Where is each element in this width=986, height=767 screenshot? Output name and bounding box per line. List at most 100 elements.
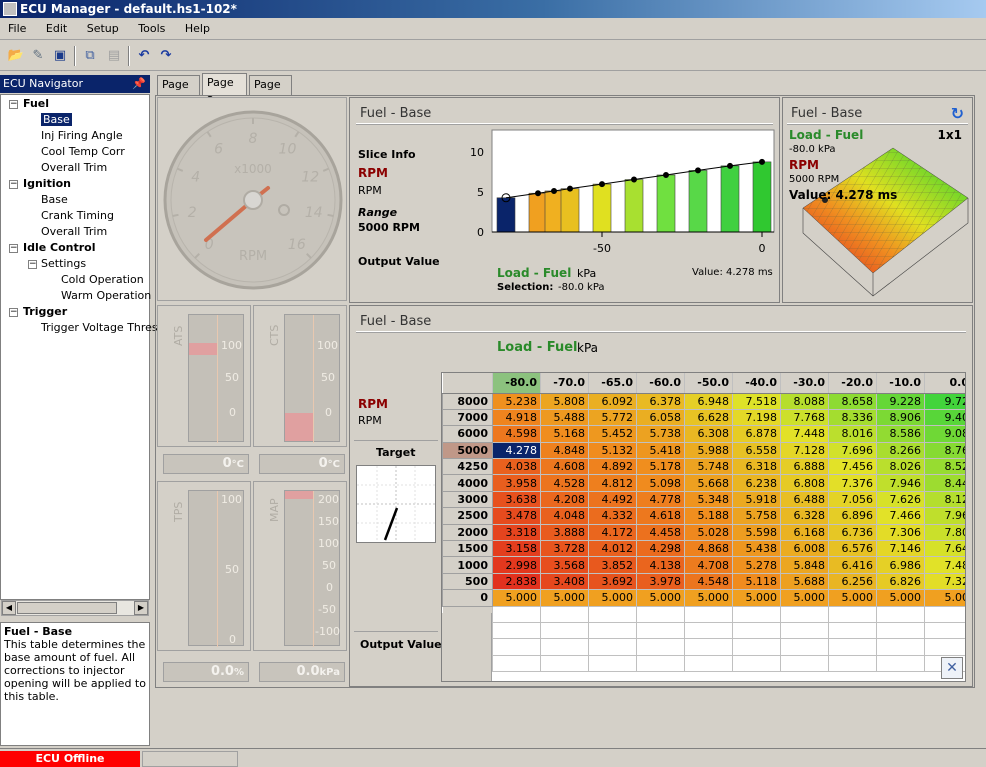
slice-point[interactable] [551, 187, 557, 194]
table-cell[interactable]: 7.056 [828, 491, 877, 509]
undo-icon[interactable]: ↶ [134, 46, 154, 66]
table-cell[interactable]: 7.128 [780, 442, 829, 460]
slice-bar[interactable] [720, 165, 740, 233]
table-cell[interactable]: 2.998 [492, 556, 541, 574]
table-cell[interactable]: 4.278 [492, 442, 541, 460]
refresh-icon[interactable]: ↻ [951, 104, 964, 123]
tree-item-warm-operation[interactable]: Warm Operation [61, 289, 151, 302]
slice-point[interactable] [631, 176, 637, 183]
table-cell[interactable]: 5.000 [876, 589, 925, 607]
row-header[interactable]: 4000 [442, 474, 493, 492]
tree-item-trigger-voltage-thresh[interactable]: Trigger Voltage Thresh [41, 321, 165, 334]
slice-bar[interactable] [528, 192, 548, 233]
column-header[interactable]: -30.0 [780, 373, 829, 394]
tree-item-base[interactable]: Base [41, 193, 68, 206]
table-cell[interactable]: 7.306 [876, 524, 925, 542]
row-header[interactable]: 500 [442, 572, 493, 591]
table-cell[interactable]: 5.848 [780, 556, 829, 574]
table-cell[interactable]: 8.906 [876, 409, 925, 427]
table-cell[interactable]: 6.092 [588, 393, 637, 410]
table-cell[interactable]: 8.336 [828, 409, 877, 427]
pin-icon[interactable]: 📌 [132, 75, 146, 93]
table-cell[interactable]: 4.618 [636, 507, 685, 525]
table-cell[interactable]: 6.576 [828, 540, 877, 558]
table-cell[interactable]: 4.048 [540, 507, 589, 525]
table-cell[interactable]: 6.318 [732, 458, 781, 476]
table-cell[interactable]: 5.000 [780, 589, 829, 607]
tab-page-1[interactable]: Page 1 [157, 75, 200, 109]
table-cell[interactable]: 8.12 [924, 491, 965, 509]
table-cell[interactable]: 7.80 [924, 524, 965, 542]
tree-expander-icon[interactable]: − [9, 244, 18, 253]
table-cell[interactable]: 4.208 [540, 491, 589, 509]
table-cell[interactable]: 7.946 [876, 474, 925, 492]
table-cell[interactable]: 7.64 [924, 540, 965, 558]
scroll-right-icon[interactable]: ▶ [134, 601, 148, 615]
column-header[interactable]: -70.0 [540, 373, 589, 394]
table-cell[interactable]: 9.08 [924, 425, 965, 443]
table-cell[interactable]: 5.000 [588, 589, 637, 607]
tree-item-cool-temp-corr[interactable]: Cool Temp Corr [41, 145, 125, 158]
table-cell[interactable]: 3.408 [540, 573, 589, 591]
row-header[interactable]: 0 [442, 589, 493, 607]
table-cell[interactable]: 8.52 [924, 458, 965, 476]
table-cell[interactable]: 7.626 [876, 491, 925, 509]
table-cell[interactable]: 5.000 [636, 589, 685, 607]
table-cell[interactable]: 4.608 [540, 458, 589, 476]
table-cell[interactable]: 6.888 [780, 458, 829, 476]
slice-bar[interactable] [560, 188, 580, 233]
table-cell[interactable]: 7.466 [876, 507, 925, 525]
table-cell[interactable]: 8.016 [828, 425, 877, 443]
table-cell[interactable]: 8.586 [876, 425, 925, 443]
slice-bar[interactable] [656, 174, 676, 233]
tree-expander-icon[interactable]: − [9, 180, 18, 189]
table-cell[interactable]: 5.118 [732, 573, 781, 591]
row-header[interactable]: 2500 [442, 507, 493, 525]
table-cell[interactable]: 5.000 [492, 589, 541, 607]
table-cell[interactable]: 4.012 [588, 540, 637, 558]
tree-item-inj-firing-angle[interactable]: Inj Firing Angle [41, 129, 123, 142]
tab-page-2[interactable]: Page 2 [202, 73, 247, 107]
slice-point[interactable] [727, 162, 733, 169]
menu-help[interactable]: Help [177, 18, 218, 35]
table-cell[interactable]: 5.178 [636, 458, 685, 476]
table-cell[interactable]: 3.568 [540, 556, 589, 574]
slice-bar[interactable] [592, 183, 612, 233]
row-header[interactable]: 1500 [442, 540, 493, 558]
table-cell[interactable]: 4.892 [588, 458, 637, 476]
table-cell[interactable]: 5.000 [684, 589, 733, 607]
table-cell[interactable]: 7.96 [924, 507, 965, 525]
slice-point[interactable] [663, 171, 669, 178]
table-cell[interactable]: 4.778 [636, 491, 685, 509]
table-cell[interactable]: 3.852 [588, 556, 637, 574]
table-cell[interactable]: 3.478 [492, 507, 541, 525]
table-cell[interactable]: 6.328 [780, 507, 829, 525]
slice-point[interactable] [695, 167, 701, 174]
table-cell[interactable]: 4.298 [636, 540, 685, 558]
table-cell[interactable]: 9.72 [924, 393, 965, 410]
wrench-icon[interactable]: ✎ [28, 46, 48, 66]
table-cell[interactable]: 5.278 [732, 556, 781, 574]
tree-item-trigger[interactable]: Trigger [23, 305, 67, 318]
scroll-thumb[interactable] [17, 602, 117, 614]
table-cell[interactable]: 4.038 [492, 458, 541, 476]
copy-icon[interactable]: ⧉ [80, 46, 100, 66]
column-header[interactable]: 0.0 [924, 373, 965, 394]
column-header[interactable]: -65.0 [588, 373, 637, 394]
table-cell[interactable]: 5.438 [732, 540, 781, 558]
table-cell[interactable]: 5.238 [492, 393, 541, 410]
table-cell[interactable]: 3.978 [636, 573, 685, 591]
column-header[interactable]: -80.0 [492, 373, 541, 394]
table-cell[interactable]: 5.918 [732, 491, 781, 509]
table-cell[interactable]: 5.098 [636, 474, 685, 492]
table-cell[interactable]: 7.456 [828, 458, 877, 476]
table-cell[interactable]: 6.488 [780, 491, 829, 509]
tree-item-crank-timing[interactable]: Crank Timing [41, 209, 114, 222]
row-header[interactable]: 5000 [442, 441, 493, 460]
tree-expander-icon[interactable]: − [9, 308, 18, 317]
table-cell[interactable]: 4.598 [492, 425, 541, 443]
row-header[interactable]: 2000 [442, 523, 493, 542]
table-cell[interactable]: 7.198 [732, 409, 781, 427]
row-header[interactable]: 8000 [442, 392, 493, 410]
table-cell[interactable]: 7.376 [828, 474, 877, 492]
